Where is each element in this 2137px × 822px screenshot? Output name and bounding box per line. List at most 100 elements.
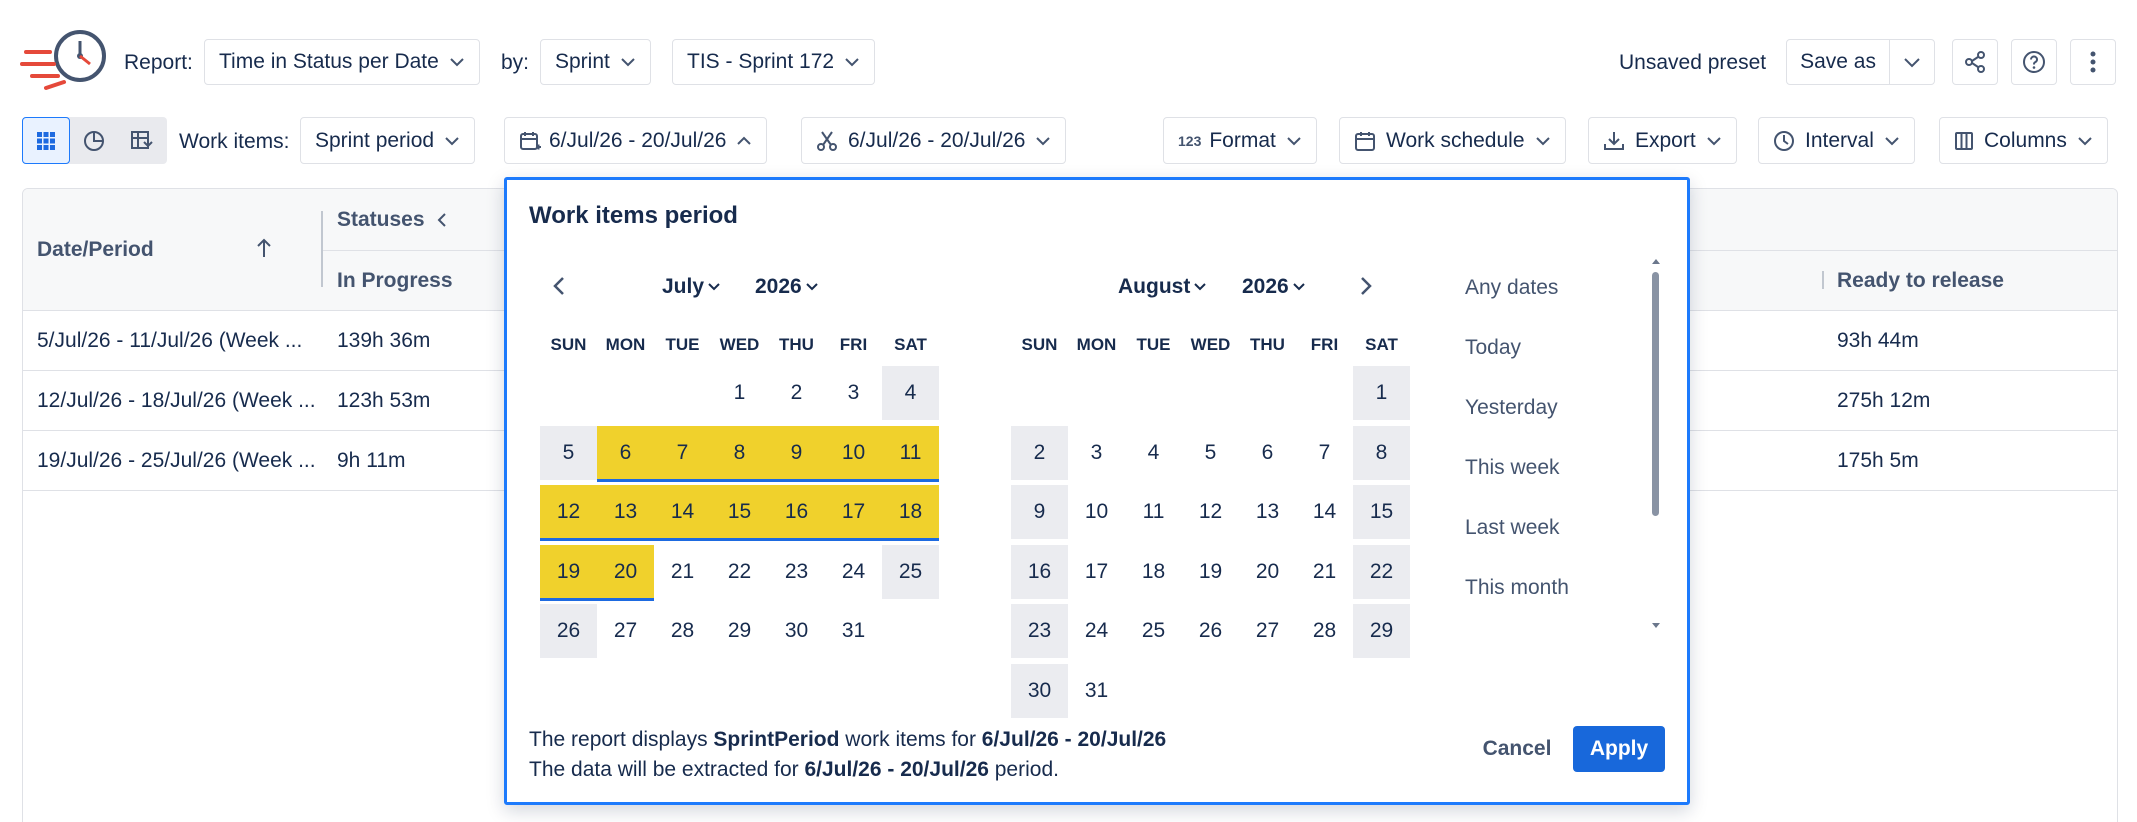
calendar-day[interactable]: 2 xyxy=(768,366,825,420)
next-month-button[interactable] xyxy=(1360,276,1372,296)
help-button[interactable] xyxy=(2011,39,2057,85)
calendar-day[interactable]: 23 xyxy=(768,545,825,599)
calendar-day[interactable]: 10 xyxy=(1068,485,1125,539)
calendar-day[interactable]: 22 xyxy=(1353,544,1410,599)
save-as-dropdown-button[interactable] xyxy=(1889,39,1935,85)
calendar-day[interactable]: 14 xyxy=(654,485,711,542)
calendar-day[interactable]: 18 xyxy=(1125,545,1182,599)
cut-range-button[interactable]: 6/Jul/26 - 20/Jul/26 xyxy=(801,117,1067,164)
calendar-day[interactable]: 17 xyxy=(825,485,882,542)
calendar-day[interactable]: 5 xyxy=(1182,426,1239,480)
scroll-up-icon[interactable] xyxy=(1651,258,1661,265)
calendar-day[interactable]: 29 xyxy=(711,604,768,658)
preset-yesterday[interactable]: Yesterday xyxy=(1465,396,1558,420)
calendar-day[interactable]: 26 xyxy=(540,604,597,659)
calendar-day[interactable]: 18 xyxy=(882,485,939,542)
calendar-day[interactable]: 9 xyxy=(1011,485,1068,540)
work-items-select[interactable]: Sprint period xyxy=(300,117,476,164)
calendar-day[interactable]: 5 xyxy=(540,425,597,480)
sort-ascending-icon[interactable] xyxy=(255,237,273,259)
calendar-day[interactable]: 16 xyxy=(1011,544,1068,599)
columns-button[interactable]: Columns xyxy=(1939,117,2108,164)
calendar-day[interactable]: 14 xyxy=(1296,485,1353,539)
column-header-ready-to-release[interactable]: Ready to release xyxy=(1837,250,2004,311)
preset-this-week[interactable]: This week xyxy=(1465,456,1560,480)
calendar-day[interactable]: 23 xyxy=(1011,604,1068,659)
calendar-day[interactable]: 20 xyxy=(597,544,654,601)
calendar-day[interactable]: 13 xyxy=(597,485,654,542)
calendar-day[interactable]: 6 xyxy=(1239,426,1296,480)
scrollbar-thumb[interactable] xyxy=(1652,272,1659,516)
calendar-day[interactable]: 25 xyxy=(882,544,939,599)
calendar-day[interactable]: 13 xyxy=(1239,485,1296,539)
left-month-select[interactable]: July xyxy=(662,275,720,299)
calendar-day[interactable]: 3 xyxy=(825,366,882,420)
calendar-day[interactable]: 30 xyxy=(1011,664,1068,718)
date-range-button[interactable]: 6/Jul/26 - 20/Jul/26 xyxy=(504,117,768,164)
calendar-day[interactable]: 21 xyxy=(654,545,711,599)
prev-month-button[interactable] xyxy=(553,276,565,296)
calendar-day[interactable]: 11 xyxy=(882,425,939,482)
calendar-day[interactable]: 7 xyxy=(654,425,711,482)
calendar-day[interactable]: 28 xyxy=(654,604,711,658)
calendar-day[interactable]: 16 xyxy=(768,485,825,542)
calendar-day[interactable]: 9 xyxy=(768,425,825,482)
calendar-day[interactable]: 7 xyxy=(1296,426,1353,480)
calendar-day[interactable]: 19 xyxy=(540,544,597,601)
calendar-day[interactable]: 3 xyxy=(1068,426,1125,480)
calendar-day[interactable]: 20 xyxy=(1239,545,1296,599)
calendar-day[interactable]: 27 xyxy=(1239,604,1296,658)
calendar-day[interactable]: 24 xyxy=(1068,604,1125,658)
calendar-day[interactable]: 1 xyxy=(1353,366,1410,420)
calendar-day[interactable]: 4 xyxy=(882,366,939,420)
calendar-day[interactable]: 21 xyxy=(1296,545,1353,599)
apply-button[interactable]: Apply xyxy=(1573,726,1665,772)
preset-today[interactable]: Today xyxy=(1465,336,1521,360)
chart-view-button[interactable] xyxy=(70,117,118,164)
export-button[interactable]: Export xyxy=(1588,117,1737,164)
calendar-day[interactable]: 15 xyxy=(711,485,768,542)
preset-last-week[interactable]: Last week xyxy=(1465,516,1560,540)
report-select[interactable]: Time in Status per Date xyxy=(204,39,480,85)
calendar-day[interactable]: 22 xyxy=(711,545,768,599)
calendar-day[interactable]: 27 xyxy=(597,604,654,658)
cancel-button[interactable]: Cancel xyxy=(1477,726,1557,772)
calendar-day[interactable]: 15 xyxy=(1353,485,1410,540)
right-year-select[interactable]: 2026 xyxy=(1242,275,1305,299)
save-as-button[interactable]: Save as xyxy=(1786,39,1890,85)
calendar-day[interactable]: 19 xyxy=(1182,545,1239,599)
scroll-down-icon[interactable] xyxy=(1651,622,1661,629)
calendar-day[interactable]: 12 xyxy=(540,485,597,542)
interval-button[interactable]: Interval xyxy=(1758,117,1915,164)
calendar-day[interactable]: 24 xyxy=(825,545,882,599)
calendar-day[interactable]: 8 xyxy=(1353,425,1410,480)
format-button[interactable]: 123 Format xyxy=(1163,117,1317,164)
calendar-day[interactable]: 1 xyxy=(711,366,768,420)
group-by-select[interactable]: Sprint xyxy=(540,39,651,85)
preset-this-month[interactable]: This month xyxy=(1465,576,1569,600)
calendar-day[interactable]: 11 xyxy=(1125,485,1182,539)
calendar-day[interactable]: 2 xyxy=(1011,425,1068,480)
right-month-select[interactable]: August xyxy=(1118,275,1207,299)
calendar-day[interactable]: 30 xyxy=(768,604,825,658)
calendar-day[interactable]: 26 xyxy=(1182,604,1239,658)
work-schedule-button[interactable]: Work schedule xyxy=(1339,117,1566,164)
column-header-in-progress[interactable]: In Progress xyxy=(337,250,453,311)
calendar-day[interactable]: 25 xyxy=(1125,604,1182,658)
sprint-select[interactable]: TIS - Sprint 172 xyxy=(672,39,876,85)
calendar-day[interactable]: 4 xyxy=(1125,426,1182,480)
more-button[interactable] xyxy=(2070,39,2116,85)
calendar-day[interactable]: 10 xyxy=(825,425,882,482)
calendar-day[interactable]: 6 xyxy=(597,425,654,482)
calendar-day[interactable]: 12 xyxy=(1182,485,1239,539)
grid-view-button[interactable] xyxy=(22,117,70,164)
share-button[interactable] xyxy=(1952,39,1998,85)
statuses-group-header[interactable]: Statuses xyxy=(337,189,447,250)
column-header-date-period[interactable]: Date/Period xyxy=(37,189,337,311)
calendar-day[interactable]: 17 xyxy=(1068,545,1125,599)
calendar-day[interactable]: 31 xyxy=(1068,664,1125,718)
preset-any-dates[interactable]: Any dates xyxy=(1465,276,1558,300)
preset-scrollbar[interactable] xyxy=(1649,258,1661,630)
calendar-day[interactable]: 28 xyxy=(1296,604,1353,658)
calendar-day[interactable]: 31 xyxy=(825,604,882,658)
